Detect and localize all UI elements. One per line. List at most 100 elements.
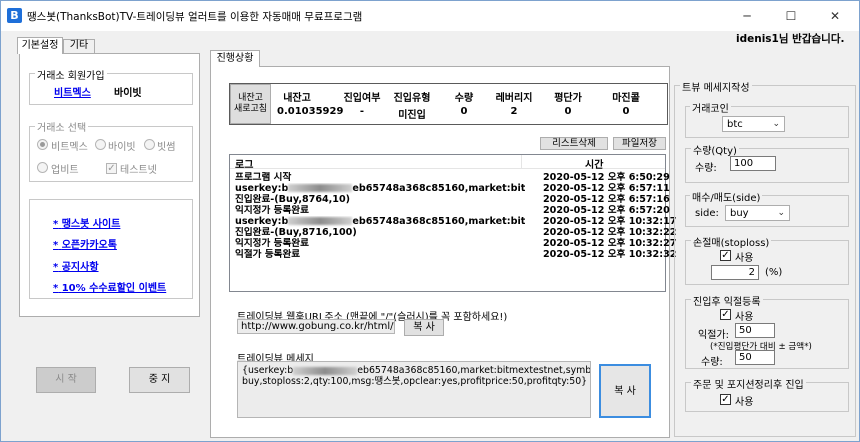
value-entry-type: 미진입 bbox=[398, 110, 426, 121]
radio-bithumb-label: 빗썸 bbox=[157, 142, 176, 153]
header-balance: 내잔고 bbox=[283, 93, 311, 104]
signup-link-bybit[interactable]: 바이빗 bbox=[114, 84, 142, 99]
radio-bitmex-label: 비트멕스 bbox=[51, 142, 88, 153]
qty-input[interactable]: 100 bbox=[730, 156, 776, 171]
message-textarea[interactable]: {userkey:b eb65748a368c85160,market:bitme… bbox=[237, 361, 591, 418]
webhook-url-field[interactable]: http://www.gobung.co.kr/html/tv/ bbox=[237, 319, 395, 334]
header-margin-call: 마진콜 bbox=[612, 93, 640, 104]
profit-price-label: 익절가: bbox=[698, 330, 729, 341]
coin-select[interactable]: btc ⌄ bbox=[722, 116, 785, 132]
masked-userkey bbox=[288, 217, 353, 225]
exchange-select-legend: 거래소 선택 bbox=[35, 119, 89, 134]
log-list[interactable]: 로그 시간 프로그램 시작 2020-05-12 오후 6:50:29 userke… bbox=[229, 154, 676, 292]
profit-qty-input[interactable]: 50 bbox=[735, 350, 775, 365]
log-message: 익지정가 등록완료 bbox=[235, 238, 309, 249]
link-open-kakaotalk[interactable]: * 오픈카카오톡 bbox=[53, 236, 117, 251]
side-select[interactable]: buy ⌄ bbox=[725, 205, 790, 221]
profit-price-input[interactable]: 50 bbox=[735, 323, 775, 338]
log-row[interactable]: userkey:beb65748a368c85160,market:bitm..… bbox=[235, 216, 676, 227]
log-message: userkey:beb65748a368c85160,market:bitm..… bbox=[235, 216, 525, 227]
link-notice[interactable]: * 공지사항 bbox=[53, 258, 99, 273]
radio-upbit-label: 업비트 bbox=[51, 165, 79, 176]
link-fee-discount-event[interactable]: * 10% 수수료할인 이벤트 bbox=[53, 279, 166, 294]
qty-legend: 수량(Qty) bbox=[691, 142, 739, 157]
stoploss-unit: (%) bbox=[765, 267, 783, 278]
log-time: 2020-05-12 오후 6:50:29 bbox=[543, 172, 670, 183]
log-message: 프로그램 시작 bbox=[235, 172, 292, 183]
profit-use-checkbox[interactable]: ✓ bbox=[720, 309, 731, 320]
radio-bybit-label: 바이빗 bbox=[108, 142, 136, 153]
log-row[interactable]: 익지정가 등록완료 2020-05-12 오후 10:32:27 bbox=[235, 238, 676, 249]
greeting-text: idenis1님 반갑습니다. bbox=[736, 33, 845, 45]
radio-bithumb[interactable] bbox=[144, 139, 155, 150]
masked-userkey bbox=[293, 366, 358, 375]
log-time: 2020-05-12 오후 10:32:22 bbox=[543, 227, 677, 238]
start-button[interactable]: 시 작 bbox=[36, 367, 96, 393]
log-header-time: 시간 bbox=[585, 160, 604, 171]
profit-use-label: 사용 bbox=[735, 312, 754, 323]
log-row[interactable]: userkey:beb65748a368c85160,market:bitm..… bbox=[235, 183, 670, 194]
save-file-button[interactable]: 파일저장 bbox=[613, 137, 666, 150]
log-time: 2020-05-12 오후 10:32:27 bbox=[543, 238, 677, 249]
value-avg-price: 0 bbox=[564, 106, 572, 117]
log-time: 2020-05-12 오후 10:32:17 bbox=[543, 216, 677, 227]
log-row[interactable]: 프로그램 시작 2020-05-12 오후 6:50:29 bbox=[235, 172, 670, 183]
stop-button[interactable]: 중 지 bbox=[129, 367, 190, 393]
log-time: 2020-05-12 오후 6:57:16 bbox=[543, 194, 670, 205]
stoploss-legend: 손절매(stoploss) bbox=[691, 234, 772, 249]
tab-progress[interactable]: 진행상황 bbox=[210, 50, 260, 67]
message-copy-button[interactable]: 복 사 bbox=[599, 364, 651, 418]
header-entry-status: 진입여부 bbox=[343, 93, 381, 104]
testnet-label: 테스트넷 bbox=[120, 165, 157, 176]
log-time: 2020-05-12 오후 10:32:32 bbox=[543, 249, 677, 260]
log-row[interactable]: 익절가 등록완료 2020-05-12 오후 10:32:32 bbox=[235, 249, 676, 260]
delete-list-button[interactable]: 리스트삭제 bbox=[540, 137, 608, 150]
radio-bybit[interactable] bbox=[95, 139, 106, 150]
signup-link-bitmex[interactable]: 비트멕스 bbox=[54, 84, 91, 99]
close-button[interactable]: ✕ bbox=[813, 1, 857, 31]
header-qty: 수량 bbox=[454, 93, 474, 104]
log-message: 진입완료-(Buy,8764,10) bbox=[235, 194, 351, 205]
radio-bitmex[interactable] bbox=[37, 139, 48, 150]
minimize-button[interactable]: ─ bbox=[725, 1, 769, 31]
window-title: 땡스봇(ThanksBot)TV-트레이딩뷰 얼러트를 이용한 자동매매 무료프… bbox=[27, 11, 363, 23]
tab-etc[interactable]: 기타 bbox=[63, 39, 95, 53]
log-time: 2020-05-12 오후 6:57:20 bbox=[543, 205, 670, 216]
log-header-log: 로그 bbox=[235, 160, 254, 171]
tab-basic-settings[interactable]: 기본설정 bbox=[17, 37, 63, 54]
main-window: B 땡스봇(ThanksBot)TV-트레이딩뷰 얼러트를 이용한 자동매매 무… bbox=[0, 0, 860, 442]
profit-legend: 진입후 익절등록 bbox=[691, 293, 763, 308]
value-qty: 0 bbox=[460, 106, 468, 117]
side-label: side: bbox=[695, 208, 719, 219]
link-thanksbot-site[interactable]: * 땡스봇 사이트 bbox=[53, 215, 120, 230]
value-leverage: 2 bbox=[510, 106, 518, 117]
header-leverage: 레버리지 bbox=[495, 93, 533, 104]
stoploss-input[interactable]: 2 bbox=[711, 265, 759, 280]
app-icon: B bbox=[7, 8, 22, 23]
value-margin-call: 0 bbox=[622, 106, 630, 117]
log-time: 2020-05-12 오후 6:57:11 bbox=[543, 183, 670, 194]
alert-builder-legend: 트뷰 메세지작성 bbox=[680, 79, 752, 94]
header-avg-price: 평단가 bbox=[554, 93, 582, 104]
opclear-legend: 주문 및 포지션정리후 진입 bbox=[691, 376, 806, 391]
chevron-down-icon: ⌄ bbox=[772, 119, 780, 129]
log-row[interactable]: 익지정가 등록완료 2020-05-12 오후 6:57:20 bbox=[235, 205, 670, 216]
testnet-checkbox[interactable]: ✓ bbox=[106, 163, 117, 174]
opclear-use-checkbox[interactable]: ✓ bbox=[720, 394, 731, 405]
stoploss-use-checkbox[interactable]: ✓ bbox=[720, 250, 731, 261]
radio-upbit[interactable] bbox=[37, 162, 48, 173]
stoploss-use-label: 사용 bbox=[735, 253, 754, 264]
opclear-use-label: 사용 bbox=[735, 397, 754, 408]
log-row[interactable]: 진입완료-(Buy,8716,100) 2020-05-12 오후 10:32:2… bbox=[235, 227, 676, 238]
log-rows: 프로그램 시작 2020-05-12 오후 6:50:29 userkey:b eb6… bbox=[235, 172, 676, 260]
side-legend: 매수/매도(side) bbox=[690, 189, 763, 204]
masked-userkey bbox=[288, 184, 353, 192]
maximize-button[interactable]: ☐ bbox=[769, 1, 813, 31]
refresh-balance-button[interactable]: 내잔고 새로고침 bbox=[230, 84, 271, 124]
log-row[interactable]: 진입완료-(Buy,8764,10) 2020-05-12 오후 6:57:16 bbox=[235, 194, 670, 205]
log-header-divider bbox=[521, 155, 522, 169]
qty-label: 수량: bbox=[695, 163, 717, 174]
webhook-copy-button[interactable]: 복 사 bbox=[404, 319, 444, 336]
log-message: 익절가 등록완료 bbox=[235, 249, 301, 260]
title-bar[interactable]: B 땡스봇(ThanksBot)TV-트레이딩뷰 얼러트를 이용한 자동매매 무… bbox=[1, 1, 859, 31]
